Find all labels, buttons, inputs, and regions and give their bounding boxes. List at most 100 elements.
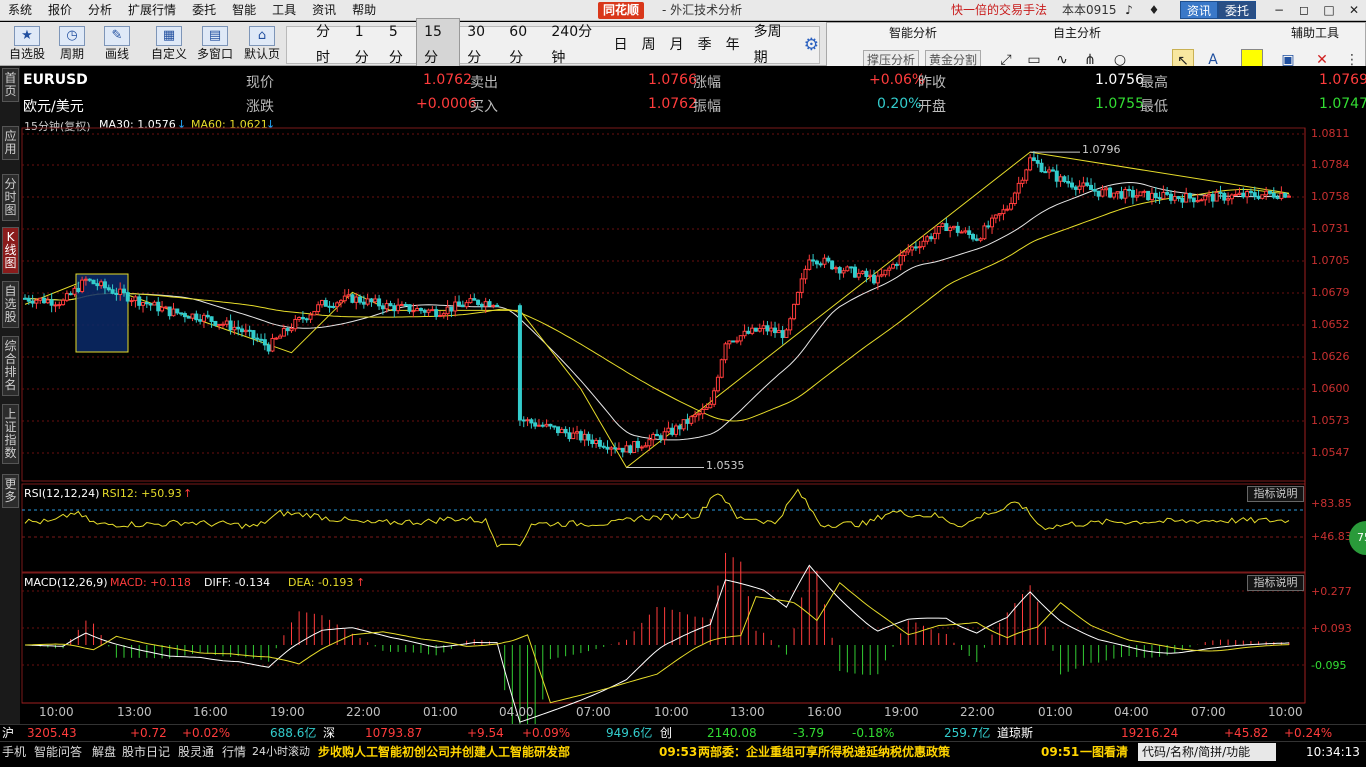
period-quarter[interactable]: 季 [691, 32, 719, 58]
price-buy: 1.0762 [648, 96, 697, 112]
period-multi[interactable]: 多周期 [747, 19, 798, 71]
link-diary[interactable]: 股市日记 [122, 743, 170, 761]
tab-more[interactable]: 更多 [2, 474, 19, 508]
period-month[interactable]: 月 [663, 32, 691, 58]
y-tick: 1.0547 [1311, 446, 1350, 459]
candle-body [616, 447, 621, 450]
candle-body [201, 314, 206, 322]
y-tick: 1.0758 [1311, 190, 1350, 203]
grid-icon: ▦ [156, 26, 182, 46]
tab-intraday[interactable]: 分时图 [2, 174, 19, 221]
period-60min[interactable]: 60分 [502, 19, 544, 71]
bell-icon[interactable]: ♪ [1120, 1, 1138, 19]
x-tick: 16:00 [193, 705, 228, 719]
candle-body [913, 246, 918, 249]
trade-button[interactable]: 委托 [1218, 1, 1257, 19]
menu-quote[interactable]: 报价 [40, 0, 80, 21]
news-button[interactable]: 资讯 [1180, 1, 1219, 19]
x-tick: 13:00 [730, 705, 765, 719]
close-icon[interactable]: ✕ [1345, 1, 1363, 19]
period-240min[interactable]: 240分钟 [544, 19, 606, 71]
candle-body [141, 302, 146, 306]
minimize-icon[interactable]: − [1270, 1, 1288, 19]
period-30min[interactable]: 30分 [460, 19, 502, 71]
dea-line [24, 581, 1290, 704]
period-week[interactable]: 周 [635, 32, 663, 58]
candle-body [723, 343, 728, 361]
custom-button[interactable]: ▦ 自定义 [148, 24, 190, 66]
candle-body [1043, 171, 1048, 174]
restore-icon[interactable]: ◻ [1295, 1, 1313, 19]
shirt-icon[interactable]: ♦ [1145, 1, 1163, 19]
multi-window-button[interactable]: ▤ 多窗口 [193, 24, 237, 66]
cy-index-value[interactable]: 2140.08 [707, 725, 757, 742]
macd-y-tick: -0.095 [1311, 659, 1347, 672]
period-year[interactable]: 年 [719, 32, 747, 58]
candle-body [1012, 192, 1017, 205]
code-search-input[interactable]: 代码/名称/简拼/功能 [1138, 743, 1276, 761]
dj-index-value[interactable]: 19216.24 [1121, 725, 1178, 742]
candle-body [712, 390, 717, 405]
tab-sh-index[interactable]: 上证指数 [2, 404, 19, 464]
news-ticker-2[interactable]: 两部委：企业重组可享所得税递延纳税优惠政策 [698, 743, 950, 761]
link-quote[interactable]: 行情 [222, 743, 246, 761]
candle-body [811, 259, 816, 262]
candle-body [80, 279, 85, 293]
y-tick: 1.0705 [1311, 254, 1350, 267]
tab-ranking[interactable]: 综合排名 [2, 336, 19, 396]
menu-system[interactable]: 系统 [0, 0, 40, 21]
rsi-panel-frame [21, 483, 1306, 573]
menu-tools[interactable]: 工具 [264, 0, 304, 21]
candle-body [205, 314, 210, 318]
candle-body [285, 328, 290, 332]
tab-kline[interactable]: K线图 [2, 227, 19, 274]
candle-body [194, 313, 199, 321]
link-gulingtong[interactable]: 股灵通 [178, 743, 214, 761]
period-day[interactable]: 日 [607, 32, 635, 58]
period-button[interactable]: ◷ 周期 [52, 24, 92, 66]
period-5min[interactable]: 5分 [382, 19, 416, 71]
period-1min[interactable]: 1分 [348, 19, 382, 71]
candle-body [1191, 197, 1196, 203]
news-ticker-1[interactable]: 步收购人工智能初创公司并创建人工智能研发部 [318, 743, 570, 761]
tab-watchlist[interactable]: 自选股 [2, 281, 19, 328]
candle-body [220, 323, 225, 326]
menu-ext-market[interactable]: 扩展行情 [120, 0, 184, 21]
draw-button[interactable]: ✎ 画线 [97, 24, 137, 66]
link-mobile[interactable]: 手机 [2, 743, 26, 761]
macd-explain-button[interactable]: 指标说明 [1247, 575, 1304, 591]
sz-index-value[interactable]: 10793.87 [365, 725, 422, 742]
candle-body [1222, 192, 1227, 201]
link-qa[interactable]: 智能问答 [34, 743, 82, 761]
candle-body [434, 309, 439, 317]
default-page-button[interactable]: ⌂ 默认页 [240, 24, 284, 66]
candle-body [495, 304, 500, 307]
rsi-explain-button[interactable]: 指标说明 [1247, 486, 1304, 502]
menu-help[interactable]: 帮助 [344, 0, 384, 21]
maximize-icon[interactable]: □ [1320, 1, 1338, 19]
link-analysis[interactable]: 解盘 [92, 743, 116, 761]
float-badge[interactable]: 75 [1349, 521, 1366, 555]
promo-link[interactable]: 快一倍的交易手法 [951, 0, 1047, 21]
menu-trade[interactable]: 委托 [184, 0, 224, 21]
menu-smart[interactable]: 智能 [224, 0, 264, 21]
candle-body [83, 278, 88, 281]
menu-news[interactable]: 资讯 [304, 0, 344, 21]
y-tick: 1.0679 [1311, 286, 1350, 299]
menu-analysis[interactable]: 分析 [80, 0, 120, 21]
tab-apps[interactable]: 应用 [2, 126, 19, 160]
gear-icon[interactable]: ⚙ [804, 35, 819, 55]
link-24h[interactable]: 24小时滚动 [252, 743, 310, 761]
candle-body [426, 309, 431, 313]
candle-body [559, 428, 564, 434]
news-ticker-3[interactable]: 一图看清 [1080, 743, 1136, 761]
candle-body [567, 432, 572, 440]
auto-select-button[interactable]: ★ 自选股 [6, 24, 48, 66]
period-tick[interactable]: 分时 [309, 19, 348, 71]
candle-body [620, 447, 625, 453]
candle-body [609, 447, 614, 450]
candle-body [761, 325, 766, 329]
tab-home[interactable]: 首页 [2, 68, 19, 102]
sh-index-value[interactable]: 3205.43 [27, 725, 77, 742]
period-15min[interactable]: 15分 [416, 18, 461, 72]
